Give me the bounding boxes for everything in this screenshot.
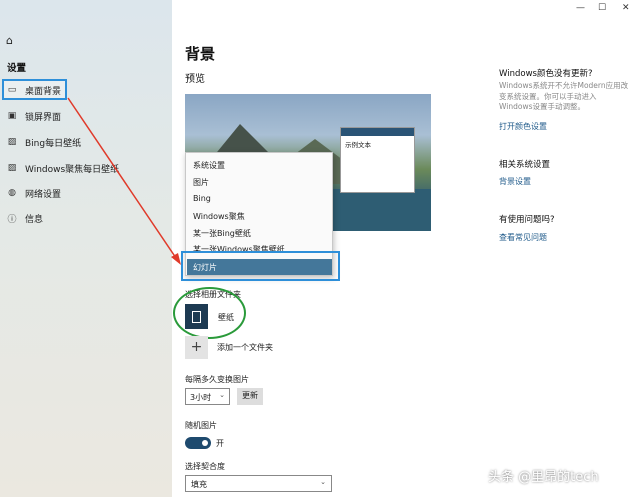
chevron-down-icon: ⌄ [219, 391, 225, 399]
preview-label: 预览 [185, 74, 205, 85]
sidebar-item-label: 信息 [25, 214, 44, 225]
sidebar-item-label: 桌面背景 [25, 86, 62, 97]
page-title: 背景 [185, 45, 216, 63]
info-icon: ⓘ [7, 214, 17, 225]
image-icon: ▨ [7, 163, 17, 173]
open-color-settings-link[interactable]: 打开颜色设置 [499, 121, 547, 132]
desktop-icon: ▭ [7, 85, 17, 95]
color-help-title: Windows颜色没有更新? [499, 69, 593, 79]
shuffle-toggle[interactable] [185, 437, 211, 449]
faq-link[interactable]: 查看常见问题 [499, 232, 547, 243]
sidebar-item-spotlight-daily[interactable]: ▨ Windows聚焦每日壁纸 [5, 159, 119, 177]
help-title: 有使用问题吗? [499, 215, 555, 225]
add-folder-button[interactable]: + [185, 336, 208, 359]
toggle-knob [202, 440, 208, 446]
related-settings-title: 相关系统设置 [499, 160, 551, 170]
maximize-button[interactable]: ☐ [598, 3, 606, 13]
background-settings-link[interactable]: 背景设置 [499, 176, 531, 187]
minimize-button[interactable]: — [576, 3, 585, 13]
selection-highlight-box [181, 251, 340, 281]
sidebar-item-desktop-background[interactable]: ▭ 桌面背景 [5, 81, 61, 99]
interval-select[interactable]: 3小时 ⌄ [185, 388, 230, 405]
image-icon: ▨ [7, 137, 17, 147]
fit-label: 选择契合度 [185, 462, 225, 471]
shuffle-state: 开 [216, 439, 224, 448]
home-icon[interactable]: ⌂ [6, 34, 18, 47]
sidebar-item-bing-daily[interactable]: ▨ Bing每日壁纸 [5, 133, 81, 151]
preview-window: 示例文本 [340, 127, 415, 193]
interval-value: 3小时 [190, 393, 212, 402]
preview-window-titlebar [341, 128, 414, 136]
sidebar-item-info[interactable]: ⓘ 信息 [5, 209, 43, 227]
preview-sample-text: 示例文本 [345, 141, 371, 149]
dropdown-option[interactable]: Windows聚焦 [193, 211, 245, 222]
add-folder-label: 添加一个文件夹 [217, 343, 273, 352]
sidebar: ⌂ 设置 ▭ 桌面背景 ▣ 锁屏界面 ▨ Bing每日壁纸 ▨ Windows聚… [0, 0, 172, 497]
album-highlight-circle [173, 287, 246, 339]
chevron-down-icon: ⌄ [320, 478, 326, 486]
shuffle-label: 随机图片 [185, 421, 217, 430]
sidebar-item-label: Bing每日壁纸 [25, 138, 82, 149]
dropdown-option[interactable]: Bing [193, 194, 211, 203]
fit-select[interactable]: 填充 ⌄ [185, 475, 332, 492]
sidebar-item-lock-screen[interactable]: ▣ 锁屏界面 [5, 107, 61, 125]
sidebar-item-label: Windows聚焦每日壁纸 [25, 164, 120, 175]
lock-screen-icon: ▣ [7, 111, 17, 121]
dropdown-option[interactable]: 图片 [193, 177, 209, 188]
close-button[interactable]: ✕ [622, 3, 630, 13]
dropdown-option[interactable]: 某一张Bing壁纸 [193, 228, 251, 239]
sidebar-item-label: 锁屏界面 [25, 112, 62, 123]
watermark: 头条 @里昂的tech [488, 470, 599, 485]
globe-icon: ◍ [8, 188, 16, 198]
fit-value: 填充 [191, 480, 207, 489]
sidebar-item-network[interactable]: ◍ 网络设置 [5, 184, 61, 202]
sidebar-item-label: 网络设置 [25, 189, 62, 200]
sidebar-header: 设置 [7, 63, 27, 74]
refresh-button[interactable]: 更新 [237, 388, 263, 405]
color-help-text: Windows系统开不允许Modern应用改变系统设置。你可以手动进入Windo… [499, 81, 629, 111]
dropdown-option[interactable]: 系统设置 [193, 160, 225, 171]
interval-label: 每隔多久变换图片 [185, 375, 249, 384]
